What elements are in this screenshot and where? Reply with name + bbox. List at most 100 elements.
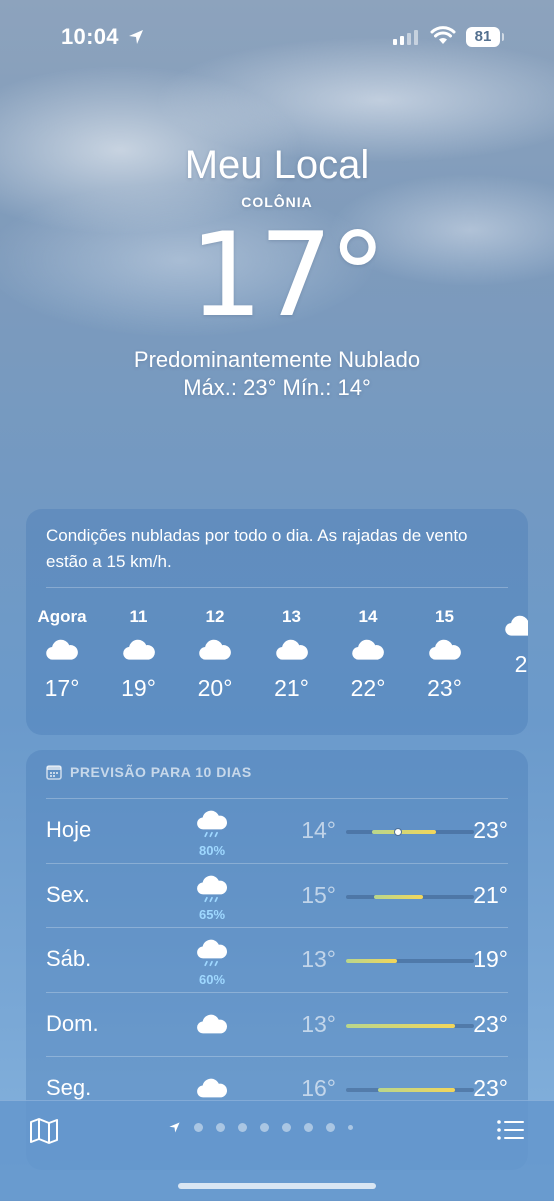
- hour-item: 13 21°: [254, 605, 330, 703]
- day-max-temp: 23°: [473, 817, 508, 843]
- cloud-icon: [505, 616, 528, 636]
- battery-icon: 81: [466, 27, 504, 47]
- cloud-icon: [46, 640, 78, 661]
- hour-temp: 21°: [274, 675, 309, 701]
- temp-range-bar: [346, 828, 474, 836]
- cloud-icon: [428, 640, 461, 661]
- ten-day-header: PREVISÃO PARA 10 DIAS: [46, 764, 252, 780]
- hour-item: 11 19°: [101, 605, 177, 703]
- list-icon[interactable]: [497, 1119, 525, 1141]
- wifi-icon: [430, 26, 456, 44]
- day-max-temp: 23°: [473, 1075, 508, 1101]
- day-label: Seg.: [46, 1075, 92, 1100]
- day-row[interactable]: Dom. 13° 23°: [46, 991, 508, 1057]
- current-temperature: 17°: [189, 208, 387, 343]
- cloud-rain-icon: [197, 810, 227, 838]
- hourly-scroller[interactable]: Agora 17° 11 19° 12 20° 13 21° 14 22° 15 23° 2: [26, 605, 528, 725]
- calendar-icon: [46, 765, 62, 780]
- hourly-forecast-card[interactable]: Condições nubladas por todo o dia. As ra…: [26, 509, 528, 735]
- temp-range-fill: [374, 894, 423, 899]
- day-label: Hoje: [46, 817, 92, 842]
- day-min-temp: 16°: [301, 1075, 336, 1101]
- hour-label: 15: [435, 607, 454, 626]
- day-min-temp: 15°: [301, 881, 336, 908]
- cloud-icon: [199, 640, 231, 661]
- current-temp-marker: [394, 828, 403, 836]
- hour-temp: 17°: [44, 675, 80, 701]
- temp-range-fill: [371, 830, 436, 834]
- cellular-signal-icon: [393, 29, 418, 45]
- bottom-toolbar: [0, 1100, 554, 1201]
- page-dot[interactable]: [348, 1125, 353, 1130]
- cloud-icon: [122, 640, 155, 661]
- page-dot[interactable]: [326, 1123, 335, 1132]
- cloud-icon: [352, 640, 384, 661]
- hour-item: 12 20°: [177, 605, 253, 703]
- temp-range-fill: [378, 1088, 455, 1092]
- day-condition: 80%: [192, 809, 232, 858]
- temp-range-bar: [346, 894, 474, 899]
- page-dot[interactable]: [304, 1123, 313, 1132]
- page-indicator[interactable]: [168, 1121, 353, 1134]
- hour-item: Agora 17°: [26, 605, 100, 703]
- page-dot[interactable]: [194, 1123, 203, 1132]
- hour-temp: 2: [514, 651, 528, 677]
- page-dot[interactable]: [282, 1123, 291, 1132]
- hour-temp: 23°: [427, 675, 462, 701]
- hour-item: 15 23°: [407, 605, 483, 703]
- location-arrow-icon: [129, 30, 143, 44]
- temp-range-bar: [346, 1088, 474, 1092]
- divider: [46, 587, 508, 588]
- precip-chance: 80%: [198, 842, 226, 858]
- day-label: Sex.: [46, 881, 91, 907]
- day-min-temp: 14°: [301, 817, 336, 843]
- hour-label: Agora: [37, 607, 87, 626]
- hour-temp: 20°: [197, 675, 233, 701]
- precip-chance: 60%: [198, 971, 226, 987]
- temp-range-fill: [346, 959, 398, 963]
- condition-text: Predominantemente Nublado: [133, 347, 421, 372]
- day-condition: 60%: [192, 938, 232, 987]
- hour-temp: 22°: [350, 675, 386, 701]
- cloud-icon: [275, 640, 308, 661]
- temp-range-bar: [346, 959, 474, 963]
- location-title: Meu Local: [184, 143, 370, 187]
- day-max-temp: 21°: [473, 881, 508, 908]
- hour-label: 11: [129, 607, 148, 626]
- hour-item: 2: [483, 605, 528, 679]
- cloud-icon: [197, 1014, 227, 1033]
- day-max-temp: 23°: [473, 1010, 508, 1037]
- hour-label: 13: [282, 607, 301, 626]
- day-condition: 65%: [192, 874, 232, 923]
- hour-item: 14 22°: [330, 605, 406, 703]
- hour-label: 14: [358, 607, 378, 626]
- cloud-rain-icon: [197, 875, 227, 902]
- hour-label: 12: [205, 607, 225, 626]
- page-dot[interactable]: [238, 1123, 247, 1132]
- day-label: Dom.: [46, 1010, 99, 1036]
- ten-day-title: PREVISÃO PARA 10 DIAS: [70, 764, 252, 780]
- day-min-temp: 13°: [301, 946, 336, 972]
- day-min-temp: 13°: [301, 1010, 336, 1037]
- status-bar: 10:04 81: [0, 0, 554, 76]
- day-condition: [192, 1013, 232, 1042]
- page-dot[interactable]: [216, 1123, 225, 1132]
- location-arrow-icon: [169, 1122, 180, 1133]
- map-icon[interactable]: [29, 1117, 59, 1145]
- high-low-text: Máx.: 23° Mín.: 14°: [183, 375, 371, 400]
- precip-chance: 65%: [198, 907, 226, 923]
- temp-range-fill: [346, 1023, 455, 1028]
- cloud-icon: [197, 1078, 227, 1098]
- page-dot[interactable]: [260, 1123, 269, 1132]
- temp-range-bar: [346, 1023, 474, 1028]
- home-indicator: [178, 1183, 376, 1189]
- day-row[interactable]: Sáb. 60% 13° 19°: [46, 927, 508, 992]
- day-row[interactable]: Hoje 80% 14° 23°: [46, 798, 508, 863]
- day-row[interactable]: Sex. 65% 15° 21°: [46, 862, 508, 928]
- day-label: Sáb.: [46, 946, 92, 971]
- cloud-rain-icon: [197, 939, 227, 967]
- day-max-temp: 19°: [473, 946, 508, 972]
- current-weather-header: Meu Local COLÔNIA 17° Predominantemente …: [0, 140, 554, 402]
- hour-temp: 19°: [121, 675, 156, 701]
- forecast-summary: Condições nubladas por todo o dia. As ra…: [46, 526, 468, 571]
